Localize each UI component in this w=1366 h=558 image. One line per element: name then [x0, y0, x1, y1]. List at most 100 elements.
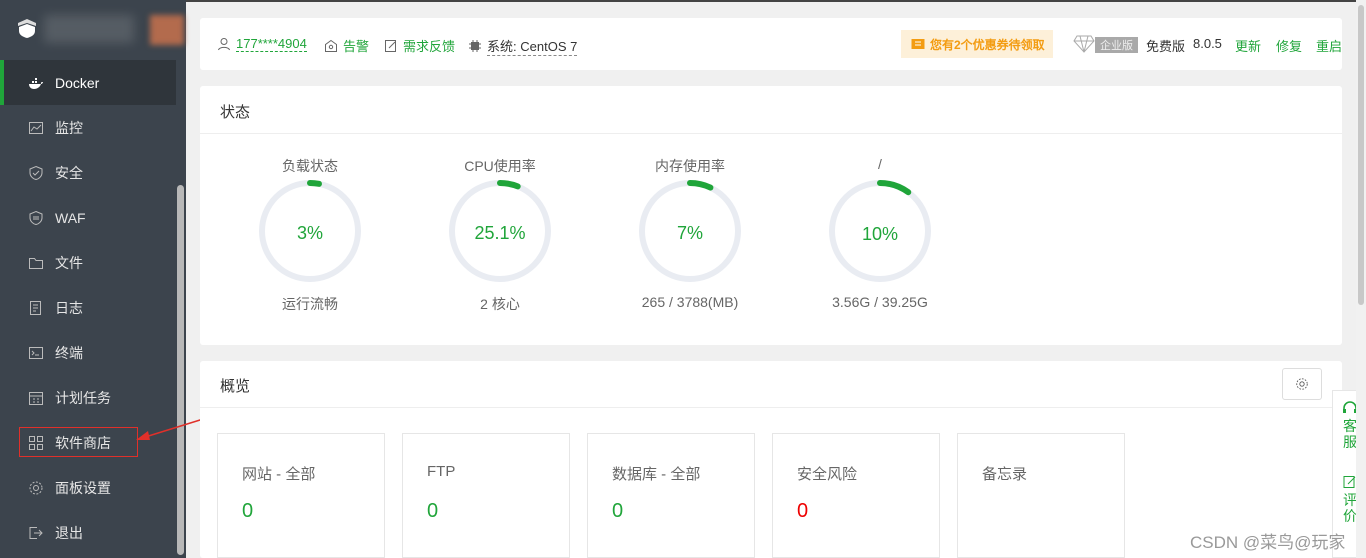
- blurred-avatar: [150, 15, 184, 45]
- sidebar: Docker 监控 安全 WAF 文件 日志 终端 计划任务 软件商店 面板设置…: [0, 0, 186, 558]
- folder-icon: [28, 255, 44, 271]
- sidebar-item-label: 监控: [55, 119, 83, 136]
- sidebar-item-label: 终端: [55, 344, 83, 361]
- sidebar-item-label: 退出: [55, 524, 83, 541]
- overview-box-memo[interactable]: 备忘录: [957, 433, 1125, 558]
- divider: [200, 133, 1342, 134]
- gauge-sub: 2 核心: [480, 296, 520, 312]
- sidebar-item-docker[interactable]: Docker: [0, 60, 176, 105]
- sidebar-item-logs[interactable]: 日志: [0, 285, 176, 330]
- monitor-icon: [28, 120, 44, 136]
- overview-settings-button[interactable]: [1282, 368, 1322, 400]
- sidebar-item-label: 日志: [55, 299, 83, 316]
- sidebar-header: [0, 0, 186, 61]
- status-title: 状态: [220, 104, 251, 121]
- repair-button[interactable]: 修复: [1276, 36, 1302, 55]
- sidebar-item-logout[interactable]: 退出: [0, 510, 176, 555]
- enterprise-badge[interactable]: 企业版: [1095, 37, 1138, 53]
- system-label: 系统:: [487, 39, 517, 54]
- sidebar-item-terminal[interactable]: 终端: [0, 330, 176, 375]
- ticket-icon: [911, 39, 925, 49]
- overview-box-value[interactable]: 0: [427, 500, 438, 523]
- overview-box-ftp[interactable]: FTP 0: [402, 433, 570, 558]
- sidebar-item-files[interactable]: 文件: [0, 240, 176, 285]
- overview-box-title: 备忘录: [982, 466, 1028, 483]
- overview-box-value[interactable]: 0: [612, 500, 623, 523]
- cpu-gauge[interactable]: CPU使用率 25.1% 2 核心: [440, 156, 560, 314]
- coupon-banner[interactable]: 您有2个优惠券待领取: [901, 30, 1053, 58]
- top-strip: [186, 0, 1356, 2]
- user-account[interactable]: 177****4904: [217, 36, 307, 52]
- sidebar-item-label: 面板设置: [55, 479, 111, 496]
- overview-box-sites[interactable]: 网站 - 全部 0: [217, 433, 385, 558]
- overview-panel: 概览 网站 - 全部 0 FTP 0 数据库 - 全部 0 安全风险 0 备忘录: [200, 361, 1342, 558]
- gauge-value: 7%: [676, 223, 703, 243]
- feedback-label[interactable]: 需求反馈: [403, 36, 455, 55]
- sidebar-item-label: WAF: [55, 209, 86, 226]
- gauge-value: 10%: [861, 224, 899, 244]
- divider: [200, 407, 1342, 408]
- status-panel: 状态 负载状态 3% 运行流畅 CPU使用率 25.1% 2 核心 内存使用率: [200, 86, 1342, 345]
- overview-box-databases[interactable]: 数据库 - 全部 0: [587, 433, 755, 558]
- shield-icon: [28, 165, 44, 181]
- terminal-icon: [28, 345, 44, 361]
- coupon-text[interactable]: 您有2个优惠券待领取: [930, 36, 1045, 53]
- sidebar-scrollbar[interactable]: [176, 60, 186, 558]
- memory-gauge[interactable]: 内存使用率 7% 265 / 3788(MB): [630, 156, 750, 310]
- disk-gauge[interactable]: / 10% 3.56G / 39.25G: [820, 156, 940, 310]
- alarm-icon: [325, 39, 337, 52]
- sidebar-item-panel-settings[interactable]: 面板设置: [0, 465, 176, 510]
- page-scrollbar-thumb[interactable]: [1358, 5, 1364, 305]
- overview-box-value[interactable]: 0: [242, 500, 253, 523]
- user-phone[interactable]: 177****4904: [236, 36, 307, 52]
- annotation-highlight-box: [19, 427, 138, 457]
- sidebar-item-monitor[interactable]: 监控: [0, 105, 176, 150]
- sidebar-item-label: Docker: [55, 74, 100, 91]
- system-text: 系统: CentOS 7: [487, 36, 578, 56]
- user-icon: [218, 38, 230, 51]
- gauge-label[interactable]: /: [820, 156, 940, 176]
- restart-button[interactable]: 重启: [1316, 36, 1342, 55]
- gauge-sub: 265 / 3788(MB): [641, 294, 739, 310]
- logo-icon: [18, 19, 36, 38]
- logout-icon: [28, 525, 44, 541]
- alert-link[interactable]: 告警: [324, 36, 369, 55]
- edit-icon: [1343, 476, 1356, 488]
- sidebar-item-label: 安全: [55, 164, 83, 181]
- overview-box-security-risk[interactable]: 安全风险 0: [772, 433, 940, 558]
- overview-box-title: FTP: [427, 463, 456, 480]
- feedback-link[interactable]: 需求反馈: [384, 36, 455, 55]
- watermark: CSDN @菜鸟@玩家: [1190, 533, 1346, 552]
- waf-shield-icon: [28, 210, 44, 226]
- overview-box-title: 网站 - 全部: [242, 466, 316, 483]
- diamond-icon: [1073, 35, 1095, 53]
- free-edition: 免费版: [1146, 39, 1186, 54]
- overview-box-title: 安全风险: [797, 466, 858, 483]
- sidebar-item-security[interactable]: 安全: [0, 150, 176, 195]
- update-button[interactable]: 更新: [1235, 36, 1261, 55]
- sidebar-item-label: 计划任务: [55, 389, 111, 406]
- load-gauge[interactable]: 负载状态 3% 运行流畅: [250, 156, 370, 314]
- overview-box-value[interactable]: 0: [797, 500, 808, 523]
- version: 8.0.5: [1193, 36, 1222, 51]
- gear-icon: [1296, 378, 1308, 390]
- alert-label[interactable]: 告警: [343, 36, 369, 55]
- gauge-label: 负载状态: [282, 158, 338, 174]
- log-icon: [28, 300, 44, 316]
- header-bar: 177****4904 告警 需求反馈 系统: CentOS 7 您有2个优惠券…: [200, 18, 1342, 70]
- page-scrollbar[interactable]: [1356, 0, 1366, 558]
- edit-icon: [385, 39, 396, 52]
- gauge-label: 内存使用率: [655, 158, 725, 174]
- gauge-label: CPU使用率: [464, 158, 536, 174]
- sidebar-item-label: 文件: [55, 254, 83, 271]
- sidebar-scrollbar-thumb[interactable]: [177, 185, 184, 555]
- overview-box-title: 数据库 - 全部: [612, 466, 701, 483]
- sidebar-item-waf[interactable]: WAF: [0, 195, 176, 240]
- blurred-server-name: [44, 15, 134, 43]
- gauge-sub: 3.56G / 39.25G: [832, 294, 928, 310]
- gear-icon: [28, 480, 44, 496]
- sidebar-nav: Docker 监控 安全 WAF 文件 日志 终端 计划任务 软件商店 面板设置…: [0, 60, 176, 555]
- main-content: 177****4904 告警 需求反馈 系统: CentOS 7 您有2个优惠券…: [186, 0, 1356, 558]
- gauge-sub: 运行流畅: [282, 296, 338, 312]
- docker-icon: [28, 75, 44, 91]
